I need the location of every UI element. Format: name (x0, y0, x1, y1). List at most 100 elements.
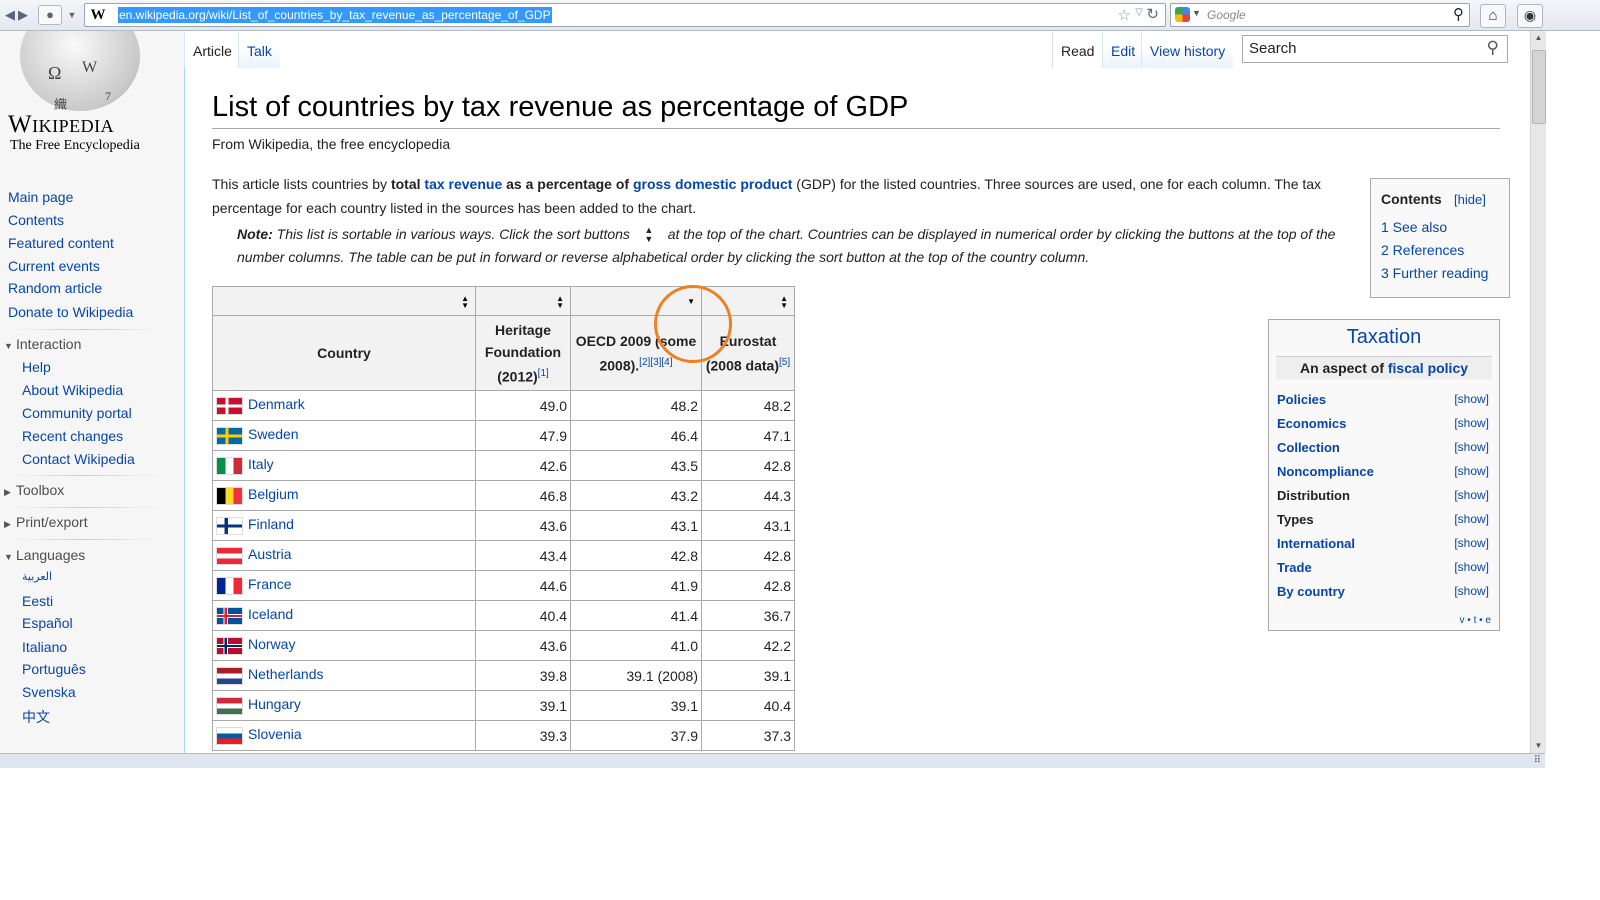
sidebar-item-contents[interactable]: Contents (8, 212, 64, 228)
wikipedia-globe-logo[interactable]: Ω W 織 7 (20, 31, 140, 112)
sort-button-heritage[interactable]: ▲ ▼ (475, 286, 571, 316)
sidebar-item-recent-changes[interactable]: Recent changes (22, 428, 123, 444)
navbox-show-toggle[interactable]: [show] (1454, 488, 1489, 502)
reference-link[interactable]: [2][3][4] (639, 357, 672, 368)
country-link[interactable]: Iceland (248, 606, 293, 622)
sidebar-item-featured-content[interactable]: Featured content (8, 235, 114, 251)
sidebar-item-current-events[interactable]: Current events (8, 258, 100, 274)
navbox-show-toggle[interactable]: [show] (1454, 512, 1489, 526)
tab-read[interactable]: Read (1052, 31, 1103, 69)
country-link[interactable]: Slovenia (248, 726, 302, 742)
country-link[interactable]: Finland (248, 516, 294, 532)
search-icon[interactable]: ⚲ (1487, 38, 1499, 58)
navbox-show-toggle[interactable]: [show] (1454, 464, 1489, 478)
magnifier-icon[interactable]: ⚲ (1453, 5, 1464, 23)
country-link[interactable]: Italy (248, 456, 274, 472)
tab-article[interactable]: Article (184, 31, 240, 69)
sidebar-heading-print-export[interactable]: ▶ Print/export (4, 514, 88, 530)
sort-button-oecd[interactable]: ▼ (570, 286, 702, 316)
sidebar-item-about[interactable]: About Wikipedia (22, 382, 123, 398)
sidebar-item-random-article[interactable]: Random article (8, 280, 102, 296)
sort-button-country[interactable]: ▲ ▼ (212, 286, 476, 316)
country-link[interactable]: Belgium (248, 486, 299, 502)
language-link-italian[interactable]: Italiano (22, 639, 67, 655)
toc-hide-link[interactable]: [hide] (1454, 192, 1486, 207)
scroll-up-arrow-icon[interactable]: ▲ (1531, 31, 1546, 45)
country-link[interactable]: Denmark (248, 396, 305, 412)
vertical-scrollbar[interactable]: ▲ ▼ (1530, 31, 1546, 753)
search-engine-dropdown-icon[interactable]: ▼ (1192, 8, 1201, 18)
language-link-estonian[interactable]: Eesti (22, 593, 53, 609)
toc-item-references[interactable]: 2 References (1381, 242, 1464, 258)
home-icon[interactable]: ⌂ (1480, 4, 1506, 28)
sort-arrows-icon[interactable]: ▲ ▼ (461, 295, 469, 310)
reference-link[interactable]: [5] (779, 357, 790, 368)
star-icon[interactable]: ☆ (1118, 6, 1131, 24)
scrollbar-thumb[interactable] (1532, 50, 1546, 124)
sort-arrows-icon[interactable]: ▲ ▼ (556, 295, 564, 310)
country-link[interactable]: Netherlands (248, 666, 324, 682)
sidebar-heading-toolbox[interactable]: ▶ Toolbox (4, 482, 64, 498)
navbox-row-label[interactable]: Economics (1277, 416, 1346, 431)
navbox-show-toggle[interactable]: [show] (1454, 416, 1489, 430)
language-link-chinese[interactable]: 中文 (22, 707, 50, 727)
toc-item-see-also[interactable]: 1 See also (1381, 219, 1447, 235)
url-text[interactable]: en.wikipedia.org/wiki/List_of_countries_… (118, 7, 552, 23)
navbox-vte-links[interactable]: v • t • e (1460, 615, 1491, 626)
toc-item-further-reading[interactable]: 3 Further reading (1381, 265, 1488, 281)
navbox-show-toggle[interactable]: [show] (1454, 584, 1489, 598)
navbox-row-label[interactable]: International (1277, 536, 1355, 551)
tab-talk[interactable]: Talk (238, 31, 280, 68)
sort-button-eurostat[interactable]: ▲ ▼ (701, 286, 795, 316)
resize-grip-icon[interactable]: ⠿ (1534, 755, 1541, 766)
link-fiscal-policy[interactable]: fiscal policy (1388, 360, 1468, 376)
search-input[interactable]: Search (1249, 40, 1297, 57)
navbox-title[interactable]: Taxation (1269, 326, 1499, 349)
browser-search-bar[interactable]: g ▼ Google ⚲ (1170, 3, 1470, 27)
navbox-row-label[interactable]: Policies (1277, 392, 1326, 407)
sort-arrows-icon[interactable]: ▲ ▼ (780, 295, 788, 310)
sidebar-item-help[interactable]: Help (22, 359, 51, 375)
language-link-swedish[interactable]: Svenska (22, 684, 76, 700)
navbox-show-toggle[interactable]: [show] (1454, 560, 1489, 574)
addon-icon[interactable]: ◉ (1517, 4, 1543, 28)
sort-descending-icon[interactable]: ▼ (687, 298, 695, 306)
sidebar-item-donate[interactable]: Donate to Wikipedia (8, 304, 133, 320)
language-link-arabic[interactable]: العربية (22, 570, 52, 583)
sidebar-heading-languages[interactable]: ▼ Languages (4, 547, 85, 563)
sidebar-item-contact[interactable]: Contact Wikipedia (22, 451, 135, 467)
tab-edit[interactable]: Edit (1102, 31, 1144, 68)
forward-arrow-icon[interactable]: ▶ (16, 5, 30, 25)
google-icon[interactable]: g (1175, 7, 1190, 22)
navbox-show-toggle[interactable]: [show] (1454, 536, 1489, 550)
reference-link[interactable]: [1] (538, 368, 549, 379)
url-bar[interactable]: W en.wikipedia.org/wiki/List_of_countrie… (84, 3, 1166, 27)
navbox-show-toggle[interactable]: [show] (1454, 440, 1489, 454)
country-link[interactable]: Sweden (248, 426, 299, 442)
navbox-row-label[interactable]: Collection (1277, 440, 1340, 455)
navbox-row-label[interactable]: Trade (1277, 560, 1312, 575)
sidebar-item-community-portal[interactable]: Community portal (22, 405, 132, 421)
navbox-show-toggle[interactable]: [show] (1454, 392, 1489, 406)
country-link[interactable]: Austria (248, 546, 292, 562)
language-link-portuguese[interactable]: Português (22, 661, 86, 677)
page-info-icon[interactable]: ● (38, 5, 62, 25)
country-link[interactable]: Hungary (248, 696, 301, 712)
scroll-down-arrow-icon[interactable]: ▼ (1531, 739, 1546, 753)
logo-wordmark[interactable]: Wikipedia (8, 111, 158, 139)
link-tax-revenue[interactable]: tax revenue (424, 176, 502, 192)
sidebar-heading-interaction[interactable]: ▼ Interaction (4, 336, 81, 352)
navbox-row: Trade [show] (1277, 560, 1489, 578)
url-dropdown-icon[interactable]: ▽ (1135, 7, 1143, 18)
sidebar-item-main-page[interactable]: Main page (8, 189, 73, 205)
reload-icon[interactable]: ↻ (1146, 5, 1159, 23)
tab-view-history[interactable]: View history (1141, 31, 1234, 68)
navbox-row-label[interactable]: By country (1277, 584, 1345, 599)
navbox-row-label[interactable]: Noncompliance (1277, 464, 1374, 479)
link-gdp[interactable]: gross domestic product (633, 176, 792, 192)
language-link-spanish[interactable]: Español (22, 615, 73, 631)
wiki-search-box[interactable]: Search ⚲ (1242, 35, 1508, 63)
country-link[interactable]: Norway (248, 636, 295, 652)
chevron-down-icon[interactable]: ▼ (66, 5, 78, 25)
country-link[interactable]: France (248, 576, 292, 592)
